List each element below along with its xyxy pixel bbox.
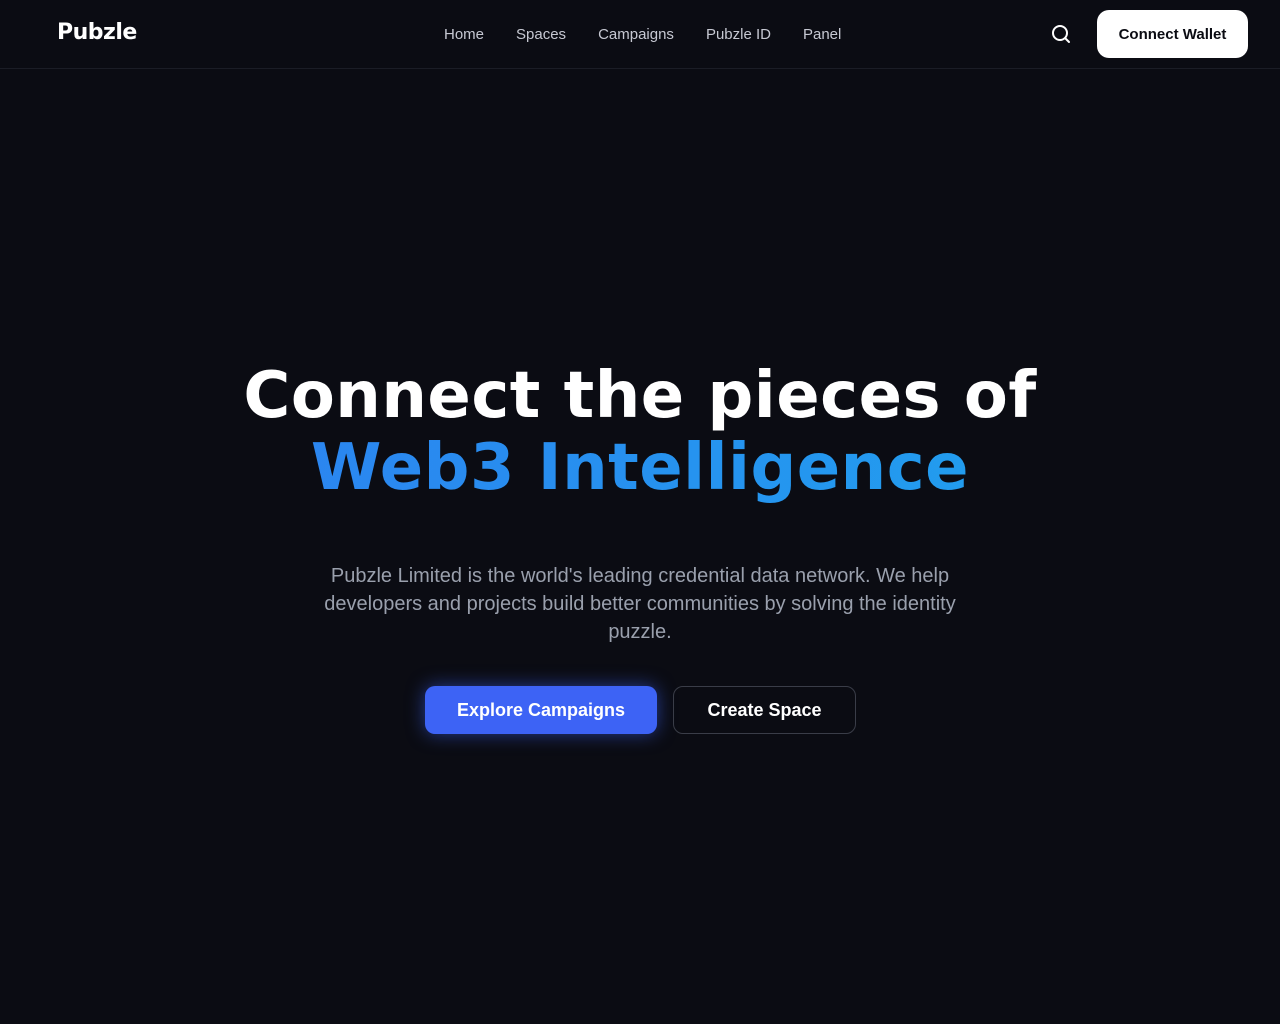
nav-link-pubzle-id[interactable]: Pubzle ID: [706, 25, 771, 44]
hero-title-line1: Connect the pieces of: [243, 359, 1037, 433]
logo[interactable]: Pubzle: [57, 20, 137, 45]
search-button[interactable]: [1049, 22, 1073, 46]
search-icon: [1052, 25, 1070, 43]
hero-subtitle: Pubzle Limited is the world's leading cr…: [324, 565, 956, 643]
hero-title: Connect the pieces of Web3 Intelligence: [0, 360, 1280, 504]
nav-link-home[interactable]: Home: [444, 25, 484, 44]
connect-wallet-button[interactable]: Connect Wallet: [1097, 10, 1248, 58]
nav-link-panel[interactable]: Panel: [803, 25, 841, 44]
main-nav: Home Spaces Campaigns Pubzle ID Panel: [444, 25, 841, 44]
nav-link-campaigns[interactable]: Campaigns: [598, 25, 674, 44]
top-navbar: Pubzle Home Spaces Campaigns Pubzle ID P…: [0, 0, 1280, 69]
hero-title-highlight: Web3 Intelligence: [0, 432, 1280, 504]
explore-campaigns-button[interactable]: Explore Campaigns: [425, 686, 657, 734]
nav-link-spaces[interactable]: Spaces: [516, 25, 566, 44]
create-space-button[interactable]: Create Space: [673, 686, 856, 734]
